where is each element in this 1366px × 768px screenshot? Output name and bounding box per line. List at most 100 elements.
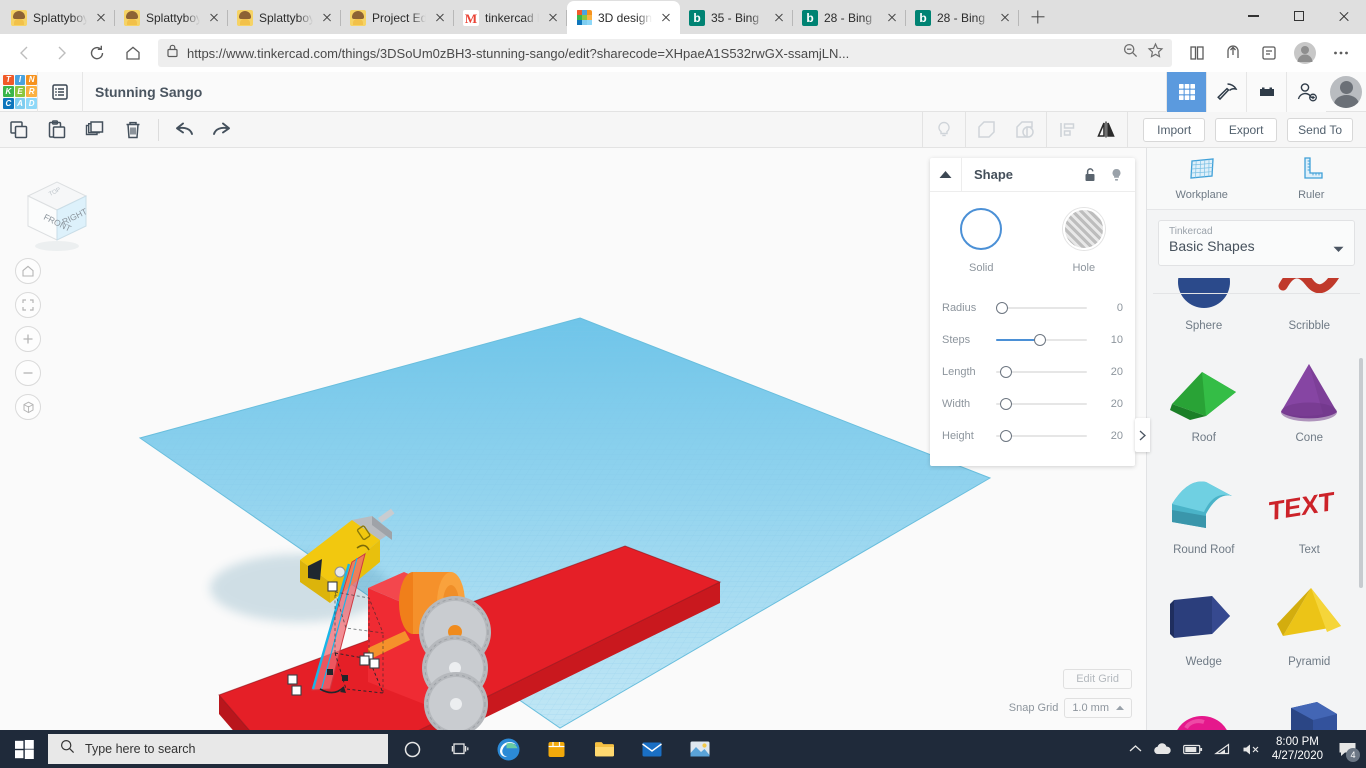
blocks-icon[interactable] <box>1246 72 1286 112</box>
paste-icon[interactable] <box>38 112 76 148</box>
browser-tab[interactable]: Splattyboy's <box>115 2 228 34</box>
browser-tab-active[interactable]: 3D design S <box>567 1 680 34</box>
steps-slider[interactable] <box>996 331 1093 349</box>
width-slider[interactable] <box>996 395 1093 413</box>
browser-tab[interactable]: M tinkercad li <box>454 2 567 34</box>
shape-item-cone[interactable]: Cone <box>1257 338 1363 450</box>
close-icon[interactable] <box>884 10 900 26</box>
unlock-icon[interactable] <box>1077 158 1103 192</box>
browser-tab[interactable]: Splattyboy's <box>2 2 115 34</box>
show-hidden-icons[interactable] <box>1129 744 1142 754</box>
browser-tab[interactable]: b 28 - Bing <box>793 2 906 34</box>
browser-tab[interactable]: b 28 - Bing <box>906 2 1019 34</box>
shape-item-scribble[interactable]: Scribble <box>1257 278 1363 338</box>
group-icon[interactable] <box>968 112 1006 148</box>
file-explorer-icon[interactable] <box>580 730 628 768</box>
length-slider[interactable] <box>996 363 1093 381</box>
invite-user-icon[interactable] <box>1286 72 1326 112</box>
volume-muted-icon[interactable] <box>1242 743 1261 756</box>
settings-more-icon[interactable] <box>1324 36 1358 70</box>
close-icon[interactable] <box>997 10 1013 26</box>
redo-icon[interactable] <box>203 112 241 148</box>
shape-item-text[interactable]: TEXT Text <box>1257 450 1363 562</box>
shape-item-polygon[interactable]: Polygon <box>1257 674 1363 730</box>
import-button[interactable]: Import <box>1143 118 1206 142</box>
close-icon[interactable] <box>432 10 448 26</box>
light-bulb-icon[interactable] <box>925 112 963 148</box>
close-icon[interactable] <box>93 10 109 26</box>
export-button[interactable]: Export <box>1215 118 1278 142</box>
shape-item-half-sphere[interactable]: Half Sphere <box>1151 674 1257 730</box>
close-icon[interactable] <box>545 10 561 26</box>
shape-item-pyramid[interactable]: Pyramid <box>1257 562 1363 674</box>
mail-icon[interactable] <box>628 730 676 768</box>
shape-item-sphere[interactable]: Sphere <box>1151 278 1257 338</box>
zoom-out-icon[interactable] <box>1122 42 1139 64</box>
undo-icon[interactable] <box>165 112 203 148</box>
close-icon[interactable] <box>319 10 335 26</box>
notes-icon[interactable] <box>1252 36 1286 70</box>
edge-browser-icon[interactable] <box>484 730 532 768</box>
forward-arrow-icon[interactable] <box>44 36 78 70</box>
light-bulb-icon[interactable] <box>1103 158 1129 192</box>
onedrive-icon[interactable] <box>1153 743 1172 755</box>
browser-tab[interactable]: b 35 - Bing <box>680 2 793 34</box>
shape-item-wedge[interactable]: Wedge <box>1151 562 1257 674</box>
taskbar-clock[interactable]: 8:00 PM 4/27/2020 <box>1272 735 1323 763</box>
photos-icon[interactable] <box>676 730 724 768</box>
shape-library-grid-wrapper[interactable]: Sphere Scribble Roof Cone Round Roof TEX… <box>1147 278 1366 730</box>
browser-tab[interactable]: Project Edit <box>341 2 454 34</box>
home-icon[interactable] <box>116 36 150 70</box>
solid-mode-button[interactable]: Solid <box>930 208 1033 276</box>
profile-icon[interactable] <box>1288 36 1322 70</box>
copy-icon[interactable] <box>0 112 38 148</box>
battery-icon[interactable] <box>1182 744 1203 755</box>
star-icon[interactable] <box>1147 42 1164 64</box>
maximize-icon[interactable] <box>1276 0 1321 32</box>
codeblocks-icon[interactable] <box>1206 72 1246 112</box>
perspective-toggle-button[interactable] <box>15 394 41 420</box>
view-cube[interactable]: FRONT RIGHT TOP <box>14 170 89 251</box>
sidebar-scrollbar[interactable] <box>1359 358 1363 588</box>
ungroup-icon[interactable] <box>1006 112 1044 148</box>
grid-view-icon[interactable] <box>1166 72 1206 112</box>
new-tab-button[interactable] <box>1023 2 1053 32</box>
task-view-icon[interactable] <box>436 730 484 768</box>
fit-to-view-button[interactable] <box>15 292 41 318</box>
project-list-icon[interactable] <box>38 72 82 112</box>
search-input[interactable]: Type here to search <box>48 734 388 764</box>
close-icon[interactable] <box>771 10 787 26</box>
shape-item-round-roof[interactable]: Round Roof <box>1151 450 1257 562</box>
hole-mode-button[interactable]: Hole <box>1033 208 1136 276</box>
snap-grid-select[interactable]: 1.0 mm <box>1064 698 1132 718</box>
back-arrow-icon[interactable] <box>8 36 42 70</box>
wifi-icon[interactable] <box>1213 742 1231 756</box>
ruler-tool[interactable]: Ruler <box>1257 148 1366 209</box>
mirror-icon[interactable] <box>1087 112 1125 148</box>
windows-start-icon[interactable] <box>0 730 48 768</box>
browser-tab[interactable]: Splattyboy's <box>228 2 341 34</box>
collections-icon[interactable] <box>1180 36 1214 70</box>
send-to-button[interactable]: Send To <box>1287 118 1353 142</box>
store-icon[interactable] <box>532 730 580 768</box>
close-icon[interactable] <box>206 10 222 26</box>
panel-collapse-tab[interactable] <box>1135 418 1150 452</box>
edit-grid-button[interactable]: Edit Grid <box>1063 669 1132 689</box>
delete-icon[interactable] <box>114 112 152 148</box>
height-slider[interactable] <box>996 427 1093 445</box>
minimize-icon[interactable] <box>1231 0 1276 32</box>
zoom-in-button[interactable] <box>15 326 41 352</box>
close-icon[interactable] <box>658 10 674 26</box>
avatar[interactable] <box>1326 72 1366 112</box>
reload-icon[interactable] <box>80 36 114 70</box>
tinkercad-logo[interactable]: T I N K E R C A D <box>3 74 37 109</box>
address-bar-input[interactable]: https://www.tinkercad.com/things/3DSoUm0… <box>158 39 1172 67</box>
home-view-button[interactable] <box>15 258 41 284</box>
align-icon[interactable] <box>1049 112 1087 148</box>
collapse-caret-icon[interactable] <box>930 157 962 192</box>
cortana-icon[interactable] <box>388 730 436 768</box>
radius-slider[interactable] <box>996 299 1093 317</box>
duplicate-icon[interactable] <box>76 112 114 148</box>
zoom-out-button[interactable] <box>15 360 41 386</box>
share-icon[interactable] <box>1216 36 1250 70</box>
